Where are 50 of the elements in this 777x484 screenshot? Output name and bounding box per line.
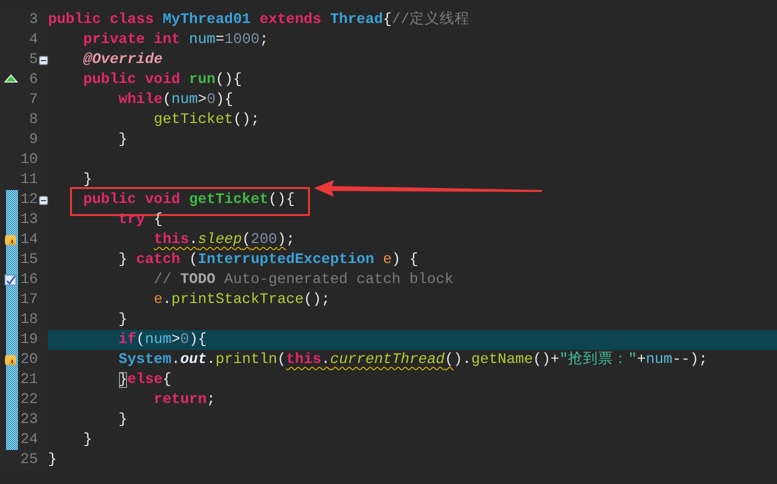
line-number: 4: [28, 31, 38, 50]
task-icon[interactable]: [4, 273, 18, 287]
code-line: }: [82, 431, 92, 450]
code-line: System.out.println(this.currentThread().getName()+"抢到票："+num--);: [118, 350, 708, 370]
code-line: try {: [118, 211, 163, 230]
code-line: }: [118, 311, 128, 330]
line-number: 7: [28, 91, 38, 110]
code-line: public void run(){: [82, 71, 242, 90]
line-number: 22: [19, 391, 38, 410]
line-number: 10: [19, 151, 38, 170]
warning-icon[interactable]: [4, 233, 18, 247]
line-number: 8: [28, 111, 38, 130]
line-number: 24: [19, 431, 38, 450]
warning-icon[interactable]: [4, 353, 18, 367]
code-line: this.sleep(200);: [152, 231, 295, 250]
line-number: 12: [19, 191, 38, 210]
line-number: 17: [19, 291, 38, 310]
line-number: 5: [28, 51, 38, 70]
line-number: 6: [28, 71, 38, 90]
line-number: 3: [28, 11, 38, 30]
code-line: public void getTicket(){: [82, 191, 295, 210]
override-triangle-icon[interactable]: [4, 73, 18, 83]
line-number: 14: [19, 231, 38, 250]
line-number: 23: [19, 411, 38, 430]
code-line: getTicket();: [152, 111, 260, 130]
code-line: while(num>0){: [118, 91, 234, 110]
code-line: }: [82, 171, 92, 190]
line-number: 19: [19, 331, 38, 350]
line-number: 18: [19, 311, 38, 330]
code-line: }: [118, 131, 128, 150]
fold-collapse-icon[interactable]: [38, 196, 48, 204]
line-number: 20: [19, 351, 38, 370]
code-line: }: [118, 411, 128, 430]
line-number: 16: [19, 271, 38, 290]
line-number: 11: [19, 171, 38, 190]
fold-collapse-icon[interactable]: [38, 56, 48, 64]
code-line: @Override: [82, 51, 163, 70]
line-number: 9: [28, 131, 38, 150]
code-line: public class MyThread01 extends Thread{//定义线程: [48, 10, 470, 30]
code-line: }: [48, 451, 57, 470]
line-number: 15: [19, 251, 38, 270]
code-line: private int num=1000;: [82, 31, 268, 50]
code-line: e.printStackTrace();: [152, 291, 330, 310]
code-line: return;: [152, 391, 216, 410]
code-line: // TODO Auto-generated catch block: [152, 271, 454, 290]
line-number: 21: [19, 371, 38, 390]
code-line: if(num>0){: [118, 331, 207, 350]
code-line: } catch (InterruptedException e) {: [118, 251, 418, 270]
line-number: 13: [19, 211, 38, 230]
line-number: 25: [19, 451, 38, 470]
